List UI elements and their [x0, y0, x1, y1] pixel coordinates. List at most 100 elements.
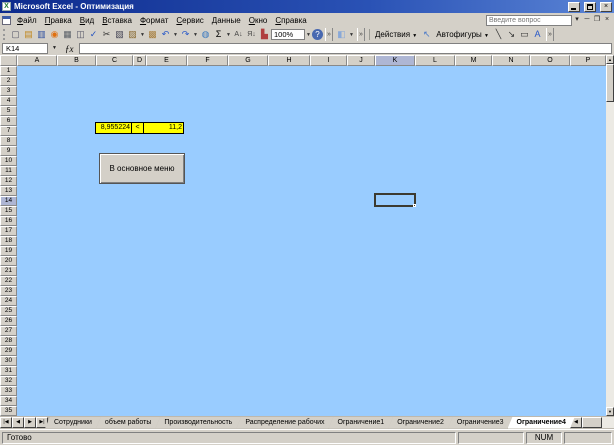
format-painter-icon[interactable]: ▩ [146, 28, 159, 41]
spelling-icon[interactable]: ✓ [87, 28, 100, 41]
row-header-9[interactable]: 9 [0, 146, 17, 156]
print-preview-icon[interactable]: ◫ [74, 28, 87, 41]
scroll-down-icon[interactable]: ▼ [606, 407, 614, 416]
row-header-27[interactable]: 27 [0, 326, 17, 336]
column-header-O[interactable]: O [530, 55, 570, 66]
menu-вставка[interactable]: Вставка [98, 15, 136, 26]
toolbar-options-icon-3[interactable]: » [546, 28, 554, 41]
row-header-26[interactable]: 26 [0, 316, 17, 326]
hyperlink-icon[interactable]: ◍ [199, 28, 212, 41]
formula-input[interactable] [79, 43, 613, 54]
cut-icon[interactable]: ✂ [100, 28, 113, 41]
redo-icon[interactable]: ↷ [179, 28, 192, 41]
toolbar-grip[interactable] [3, 29, 7, 40]
row-header-6[interactable]: 6 [0, 116, 17, 126]
row-header-2[interactable]: 2 [0, 76, 17, 86]
select-objects-icon[interactable]: ↖ [420, 28, 433, 41]
sheet-tab-ограничение4[interactable]: Ограничение4 [508, 417, 575, 429]
row-header-16[interactable]: 16 [0, 216, 17, 226]
workbook-restore-button[interactable]: ❐ [592, 15, 602, 25]
print-icon[interactable]: ▦ [61, 28, 74, 41]
menu-формат[interactable]: Формат [136, 15, 172, 26]
fill-color-dropdown-icon[interactable]: ▼ [348, 32, 355, 38]
workbook-close-button[interactable]: × [602, 15, 612, 25]
row-header-19[interactable]: 19 [0, 246, 17, 256]
minimize-button[interactable] [568, 2, 580, 12]
sort-ascending-icon[interactable]: А↓ [232, 28, 245, 41]
row-header-4[interactable]: 4 [0, 96, 17, 106]
column-header-D[interactable]: D [133, 55, 146, 66]
help-icon[interactable]: ? [312, 29, 323, 40]
close-button[interactable]: × [600, 2, 612, 12]
select-all-corner[interactable] [0, 55, 17, 66]
column-header-H[interactable]: H [268, 55, 310, 66]
sheet-tab-производительность[interactable]: Производительность [155, 417, 241, 429]
horizontal-scroll-track[interactable] [582, 417, 614, 428]
new-icon[interactable]: ▢ [9, 28, 22, 41]
column-header-J[interactable]: J [347, 55, 375, 66]
autosum-icon-dropdown[interactable]: ▼ [225, 32, 232, 38]
menu-файл[interactable]: Файл [13, 15, 41, 26]
column-header-C[interactable]: C [96, 55, 133, 66]
sheet-canvas[interactable]: 8,955224 < 11,2 В основное меню [17, 66, 606, 416]
row-header-25[interactable]: 25 [0, 306, 17, 316]
toolbar-options-icon[interactable]: » [325, 28, 333, 41]
menu-сервис[interactable]: Сервис [172, 15, 207, 26]
menu-вид[interactable]: Вид [76, 15, 98, 26]
row-header-22[interactable]: 22 [0, 276, 17, 286]
row-header-18[interactable]: 18 [0, 236, 17, 246]
row-header-5[interactable]: 5 [0, 106, 17, 116]
row-header-10[interactable]: 10 [0, 156, 17, 166]
row-header-1[interactable]: 1 [0, 66, 17, 76]
column-header-I[interactable]: I [310, 55, 347, 66]
row-header-7[interactable]: 7 [0, 126, 17, 136]
autosum-icon[interactable]: Σ [212, 28, 225, 41]
scroll-up-icon[interactable]: ▲ [606, 55, 614, 64]
column-header-E[interactable]: E [146, 55, 187, 66]
row-header-34[interactable]: 34 [0, 396, 17, 406]
selected-cell-K14[interactable] [374, 193, 416, 207]
row-header-20[interactable]: 20 [0, 256, 17, 266]
arrow-icon[interactable]: ↘ [505, 28, 518, 41]
main-menu-button[interactable]: В основное меню [99, 153, 185, 184]
question-dropdown-icon[interactable]: ▾ [572, 15, 582, 25]
menu-справка[interactable]: Справка [271, 15, 310, 26]
row-header-3[interactable]: 3 [0, 86, 17, 96]
insert-function-icon[interactable]: ƒx [61, 44, 78, 54]
paste-icon-dropdown[interactable]: ▼ [139, 32, 146, 38]
redo-icon-dropdown[interactable]: ▼ [192, 32, 199, 38]
toolbar-options-icon-2[interactable]: » [357, 28, 365, 41]
vertical-scroll-thumb[interactable] [606, 64, 614, 102]
column-header-K[interactable]: K [375, 55, 415, 66]
fill-handle[interactable] [413, 204, 416, 207]
zoom-dropdown-icon[interactable]: ▼ [305, 32, 312, 38]
autoshapes-menu-button[interactable]: Автофигуры ▼ [433, 30, 492, 39]
sheet-tab-ограничение3[interactable]: Ограничение3 [448, 417, 513, 429]
save-icon[interactable]: ▥ [35, 28, 48, 41]
permission-icon[interactable]: ◉ [48, 28, 61, 41]
cell-E7[interactable]: 11,2 [143, 122, 184, 134]
sheet-tab-сотрудники[interactable]: Сотрудники [45, 417, 101, 429]
menu-окно[interactable]: Окно [245, 15, 272, 26]
chart-wizard-icon[interactable]: ▙ [258, 28, 271, 41]
sort-descending-icon[interactable]: Я↓ [245, 28, 258, 41]
column-header-F[interactable]: F [187, 55, 228, 66]
row-header-23[interactable]: 23 [0, 286, 17, 296]
menu-данные[interactable]: Данные [208, 15, 245, 26]
restore-button[interactable] [584, 2, 596, 12]
row-header-31[interactable]: 31 [0, 366, 17, 376]
row-header-30[interactable]: 30 [0, 356, 17, 366]
next-sheet-button[interactable]: ▶ [24, 417, 36, 428]
name-box[interactable]: K14 [2, 43, 48, 54]
row-header-14[interactable]: 14 [0, 196, 17, 206]
sheet-tab-ограничение1[interactable]: Ограничение1 [329, 417, 394, 429]
open-icon[interactable]: ▤ [22, 28, 35, 41]
workbook-minimize-button[interactable]: ─ [582, 15, 592, 25]
column-header-L[interactable]: L [415, 55, 455, 66]
row-header-33[interactable]: 33 [0, 386, 17, 396]
sheet-tab-объем-работы[interactable]: объем работы [96, 417, 160, 429]
menu-правка[interactable]: Правка [41, 15, 76, 26]
draw-menu-button[interactable]: Действия ▼ [372, 30, 420, 39]
fill-color-icon[interactable]: ◧ [335, 28, 348, 41]
first-sheet-button[interactable]: |◀ [0, 417, 12, 428]
